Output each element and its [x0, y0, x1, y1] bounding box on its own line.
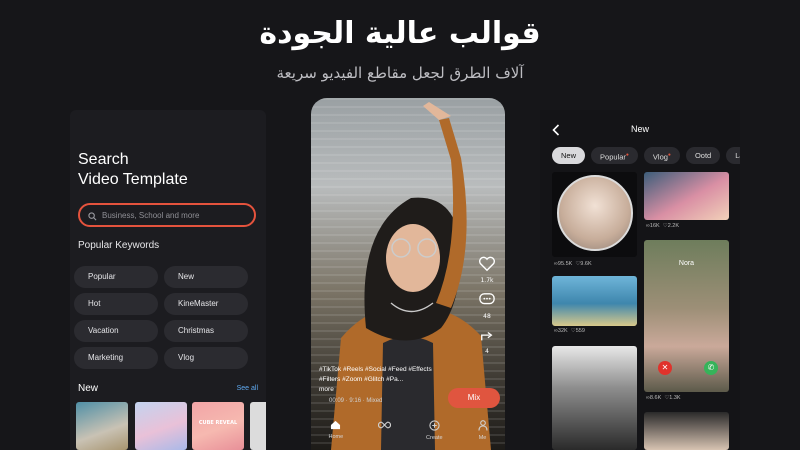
- keyword-chip[interactable]: Christmas: [164, 320, 248, 342]
- nav-home-label: Home: [328, 434, 344, 440]
- tab-new[interactable]: New: [552, 147, 586, 164]
- likes-count: 2.2K: [667, 223, 680, 229]
- template-card[interactable]: [552, 276, 637, 326]
- likes-count: 9.6K: [580, 261, 592, 267]
- template-card[interactable]: [552, 346, 637, 450]
- home-icon: [330, 420, 341, 432]
- template-thumbnail[interactable]: [76, 402, 128, 450]
- badge-dot-icon: ●: [625, 152, 629, 158]
- nav-create[interactable]: Create: [426, 420, 443, 450]
- decline-call-icon: ✕: [658, 361, 672, 375]
- tab-vlog-label: Vlog: [652, 152, 668, 162]
- card-stats: ∞32K ♡559: [554, 328, 585, 334]
- tab-popular-label: Popular: [600, 152, 626, 162]
- see-all-link[interactable]: See all: [237, 385, 258, 392]
- keyword-chip[interactable]: Hot: [74, 293, 158, 315]
- nav-me[interactable]: Me: [477, 420, 488, 450]
- popular-keywords-heading: Popular Keywords: [78, 240, 160, 251]
- user-icon: [477, 420, 488, 433]
- nav-explore[interactable]: [378, 420, 392, 450]
- subheadline: آلاف الطرق لجعل مقاطع الفيديو سريعة: [276, 64, 524, 82]
- tab-vlog[interactable]: Vlog●: [643, 147, 680, 164]
- tab-popular[interactable]: Popular●: [591, 147, 638, 164]
- tab-ootd[interactable]: Ootd: [685, 147, 721, 164]
- search-title-line1: Search: [78, 151, 129, 168]
- views-count: 16K: [649, 223, 660, 229]
- search-icon: [88, 206, 97, 225]
- template-card[interactable]: [552, 172, 637, 257]
- headline: قوالب عالية الجودة: [259, 16, 541, 51]
- thumbnail-label: CUBE REVEAL: [198, 420, 238, 426]
- comment-icon[interactable]: [477, 292, 497, 312]
- screen-title: New: [630, 124, 649, 134]
- heart-icon[interactable]: [478, 256, 496, 276]
- template-card[interactable]: Nora ✕ ✆: [644, 240, 729, 392]
- tab-lab[interactable]: Lab: [726, 147, 740, 164]
- add-circle-icon: [429, 420, 440, 433]
- comment-count: 48: [483, 313, 491, 320]
- video-actions: 1.7k 48 4: [477, 256, 497, 355]
- search-title-line2: Video Template: [78, 171, 188, 188]
- share-icon[interactable]: [477, 328, 497, 347]
- mix-button[interactable]: Mix: [448, 388, 500, 408]
- keyword-chip[interactable]: KineMaster: [164, 293, 248, 315]
- video-meta: 00:09 · 9:16 · Mixed: [329, 398, 383, 404]
- bottom-nav: Home Create Me: [311, 420, 505, 450]
- card-stats: ∞16K ♡2.2K: [646, 223, 679, 229]
- template-thumbnail[interactable]: [250, 402, 266, 450]
- views-count: 8.6K: [649, 395, 662, 401]
- nav-create-label: Create: [426, 435, 443, 441]
- card-stats: ∞95.5K ♡9.6K: [554, 261, 592, 267]
- nav-me-label: Me: [478, 435, 487, 441]
- search-bar[interactable]: [78, 203, 256, 227]
- search-input[interactable]: [102, 210, 242, 220]
- new-templates-screen: New New Popular● Vlog● Ootd Lab ∞95.5K ♡…: [540, 110, 740, 450]
- keyword-chip[interactable]: Vacation: [74, 320, 158, 342]
- accept-call-icon: ✆: [704, 361, 718, 375]
- video-player-screen: 1.7k 48 4 #TikTok #Reels #Social #Feed #…: [311, 98, 505, 450]
- infinity-icon: [378, 420, 392, 432]
- video-caption: #TikTok #Reels #Social #Feed #Effects #F…: [319, 365, 449, 395]
- template-thumbnail[interactable]: [135, 402, 187, 450]
- likes-count: 559: [575, 328, 585, 334]
- template-card[interactable]: [644, 412, 729, 450]
- new-section-heading: New: [78, 383, 99, 394]
- keyword-chip[interactable]: Vlog: [164, 347, 248, 369]
- template-thumbnail[interactable]: CUBE REVEAL: [192, 402, 244, 450]
- category-tabs: New Popular● Vlog● Ootd Lab: [552, 147, 740, 164]
- keyword-chip[interactable]: New: [164, 266, 248, 288]
- nav-home[interactable]: Home: [328, 420, 343, 450]
- hashtags-text: #TikTok #Reels #Social #Feed #Effects #F…: [319, 366, 432, 383]
- more-link[interactable]: more: [319, 386, 334, 393]
- like-count: 1.7k: [480, 277, 494, 284]
- keyword-chip[interactable]: Marketing: [74, 347, 158, 369]
- likes-count: 1.3K: [669, 395, 681, 401]
- search-title: Search Video Template: [78, 150, 188, 190]
- views-count: 32K: [557, 328, 568, 334]
- circle-portrait: [557, 175, 633, 251]
- search-screen: Search Video Template Popular Keywords P…: [70, 110, 266, 450]
- views-count: 95.5K: [557, 261, 573, 267]
- template-card[interactable]: [644, 172, 729, 220]
- card-label: Nora: [678, 260, 695, 267]
- share-count: 4: [485, 348, 489, 355]
- card-stats: ∞8.6K ♡1.3K: [646, 395, 681, 401]
- badge-dot-icon: ●: [667, 152, 671, 158]
- keyword-chip[interactable]: Popular: [74, 266, 158, 288]
